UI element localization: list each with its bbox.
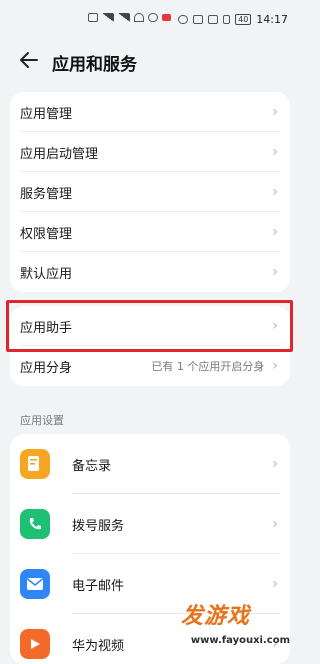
nfc-icon [193, 15, 204, 24]
list-item-permission-management[interactable]: 权限管理 › [10, 212, 290, 252]
list-item-service-management[interactable]: 服务管理 › [10, 172, 290, 212]
page-title: 应用和服务 [52, 55, 137, 75]
list-item-label: 拨号服务 [72, 518, 125, 534]
list-item-label: 电子邮件 [72, 578, 125, 594]
list-item-app-management[interactable]: 应用管理 › [10, 92, 290, 132]
chevron-right-icon: › [272, 264, 278, 280]
memo-icon [20, 449, 50, 479]
chevron-right-icon: › [272, 516, 278, 532]
chevron-right-icon: › [272, 184, 278, 200]
status-time: 14:17 [256, 13, 288, 26]
chevron-right-icon: › [272, 224, 278, 240]
bluetooth-icon [223, 15, 231, 24]
back-arrow-icon[interactable] [18, 49, 40, 71]
signal-icon [102, 13, 114, 22]
header: 应用和服务 [0, 40, 300, 80]
list-item-label: 备忘录 [72, 458, 112, 474]
alarm-icon [178, 15, 189, 24]
settings-card-management: 应用管理 › 应用启动管理 › 服务管理 › 权限管理 › 默认应用 › [10, 92, 290, 292]
list-item-app-twin[interactable]: 应用分身 已有 1 个应用开启分身 › [10, 346, 290, 386]
video-icon [20, 629, 50, 659]
list-item-value: 已有 1 个应用开启分身 [151, 360, 265, 373]
list-item-default-apps[interactable]: 默认应用 › [10, 252, 290, 292]
watermark: 发游戏 www.fayouxi.com [164, 598, 294, 646]
list-item-app-launch[interactable]: 应用启动管理 › [10, 132, 290, 172]
sim-icon [88, 13, 98, 22]
signal-icon-2 [118, 13, 130, 22]
status-bar: 40 14:17 [0, 0, 300, 40]
list-item-memo[interactable]: 备忘录 › [10, 434, 290, 494]
wechat-icon [148, 13, 158, 22]
list-item-label: 服务管理 [20, 186, 73, 202]
chevron-right-icon: › [272, 456, 278, 472]
section-header: 应用设置 [20, 414, 64, 427]
list-item-label: 权限管理 [20, 226, 73, 242]
list-item-label: 默认应用 [20, 266, 73, 282]
mail-icon [20, 569, 50, 599]
status-left-icons [88, 13, 171, 22]
watermark-title: 发游戏 [180, 604, 250, 629]
list-item-label: 应用管理 [20, 106, 73, 122]
chevron-right-icon: › [272, 576, 278, 592]
chevron-right-icon: › [272, 358, 278, 374]
highlight-box [6, 300, 293, 352]
phone-icon [20, 509, 50, 539]
chevron-right-icon: › [272, 144, 278, 160]
battery-indicator: 40 [235, 14, 252, 25]
list-item-label: 应用分身 [20, 360, 73, 376]
mute-icon [208, 15, 219, 24]
notification-icon [162, 14, 171, 21]
wifi-icon [134, 13, 144, 22]
list-item-label: 应用启动管理 [20, 146, 99, 162]
chevron-right-icon: › [272, 104, 278, 120]
list-item-dialer[interactable]: 拨号服务 › [10, 494, 290, 554]
watermark-url: www.fayouxi.com [190, 635, 290, 646]
status-right: 40 14:17 [178, 13, 288, 26]
